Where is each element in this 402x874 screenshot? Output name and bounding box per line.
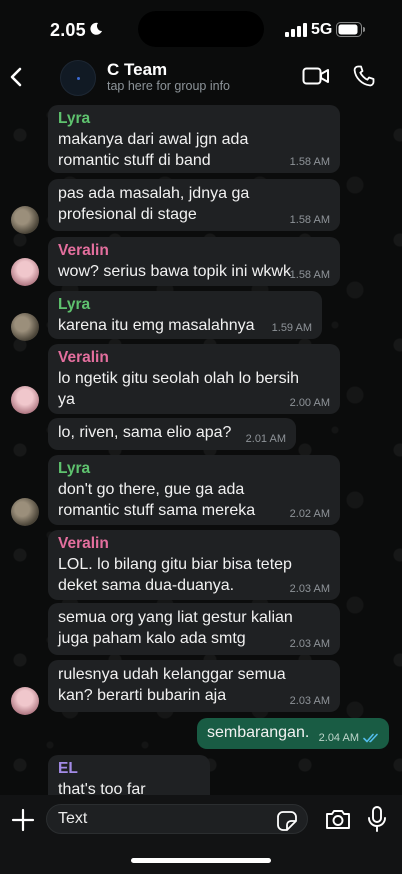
group-info-hint[interactable]: tap here for group info xyxy=(107,79,230,93)
message-bubble[interactable]: semua org yang liat gestur kalian juga p… xyxy=(48,603,340,655)
message-time: 2.03 AM xyxy=(289,638,330,650)
composer-bar: Text xyxy=(0,795,402,874)
message-time: 2.03 AM xyxy=(289,583,330,595)
read-receipt-icon xyxy=(363,733,378,743)
message-time: 1.58 AM xyxy=(289,269,330,281)
chat-header: C Team tap here for group info xyxy=(0,50,402,105)
message-time: 1.58 AM xyxy=(289,214,330,226)
sender-name: Lyra xyxy=(58,110,91,127)
message-bubble[interactable]: Lyra makanya dari awal jgn ada romantic … xyxy=(48,105,340,173)
message-time: 2.00 AM xyxy=(289,397,330,409)
battery-icon xyxy=(336,22,365,37)
chevron-left-icon xyxy=(10,67,22,87)
message-bubble[interactable]: Veralin lo ngetik gitu seolah olah lo be… xyxy=(48,344,340,414)
avatar[interactable] xyxy=(11,386,39,414)
message-time: 2.02 AM xyxy=(289,508,330,520)
microphone-icon[interactable] xyxy=(366,805,388,833)
message-time: 1.58 AM xyxy=(289,156,330,168)
message-bubble[interactable]: pas ada masalah, jdnya ga profesional di… xyxy=(48,179,340,231)
signal-icon xyxy=(285,23,307,37)
message-bubble[interactable]: Lyra karena itu emg masalahnya 1.59 AM xyxy=(48,291,322,339)
video-call-icon[interactable] xyxy=(302,66,330,86)
phone-call-icon[interactable] xyxy=(352,64,376,88)
message-input[interactable]: Text xyxy=(46,804,308,834)
message-time: 1.59 AM xyxy=(271,322,312,334)
avatar[interactable] xyxy=(11,206,39,234)
message-bubble[interactable]: EL that's too far xyxy=(48,755,210,795)
dynamic-island xyxy=(138,11,264,47)
sender-name: Veralin xyxy=(58,242,109,259)
message-bubble[interactable]: lo, riven, sama elio apa? 2.01 AM xyxy=(48,418,296,450)
avatar[interactable] xyxy=(11,687,39,715)
message-bubble[interactable]: Lyra don't go there, gue ga ada romantic… xyxy=(48,455,340,525)
avatar[interactable] xyxy=(11,498,39,526)
sender-name: Veralin xyxy=(58,349,109,366)
sticker-icon[interactable] xyxy=(276,810,298,832)
plus-icon[interactable] xyxy=(10,807,36,833)
moon-icon xyxy=(90,22,102,35)
message-time: 2.01 AM xyxy=(245,433,286,445)
back-button[interactable] xyxy=(4,62,28,92)
avatar[interactable] xyxy=(11,313,39,341)
sender-name: Lyra xyxy=(58,296,91,313)
status-time: 2.05 xyxy=(50,20,86,40)
home-indicator xyxy=(131,858,271,863)
group-avatar[interactable] xyxy=(60,60,96,96)
message-bubble[interactable]: rulesnya udah kelanggar semua kan? berar… xyxy=(48,660,340,712)
message-bubble[interactable]: Veralin LOL. lo bilang gitu biar bisa te… xyxy=(48,530,340,600)
chat-area[interactable]: Lyra makanya dari awal jgn ada romantic … xyxy=(0,105,402,795)
camera-icon[interactable] xyxy=(324,807,352,831)
network-type: 5G xyxy=(311,21,333,38)
outgoing-message-bubble[interactable]: sembarangan. 2.04 AM xyxy=(197,718,389,749)
avatar[interactable] xyxy=(11,258,39,286)
message-time: 2.03 AM xyxy=(289,695,330,707)
sender-name: Veralin xyxy=(58,535,109,552)
status-bar: 2.05 5G xyxy=(0,0,402,50)
sender-name: EL xyxy=(58,760,78,777)
chat-title[interactable]: C Team xyxy=(107,60,167,80)
message-time: 2.04 AM xyxy=(318,732,359,744)
message-bubble[interactable]: Veralin wow? serius bawa topik ini wkwk … xyxy=(48,237,340,286)
sender-name: Lyra xyxy=(58,460,91,477)
message-text: that's too far xyxy=(58,781,146,795)
